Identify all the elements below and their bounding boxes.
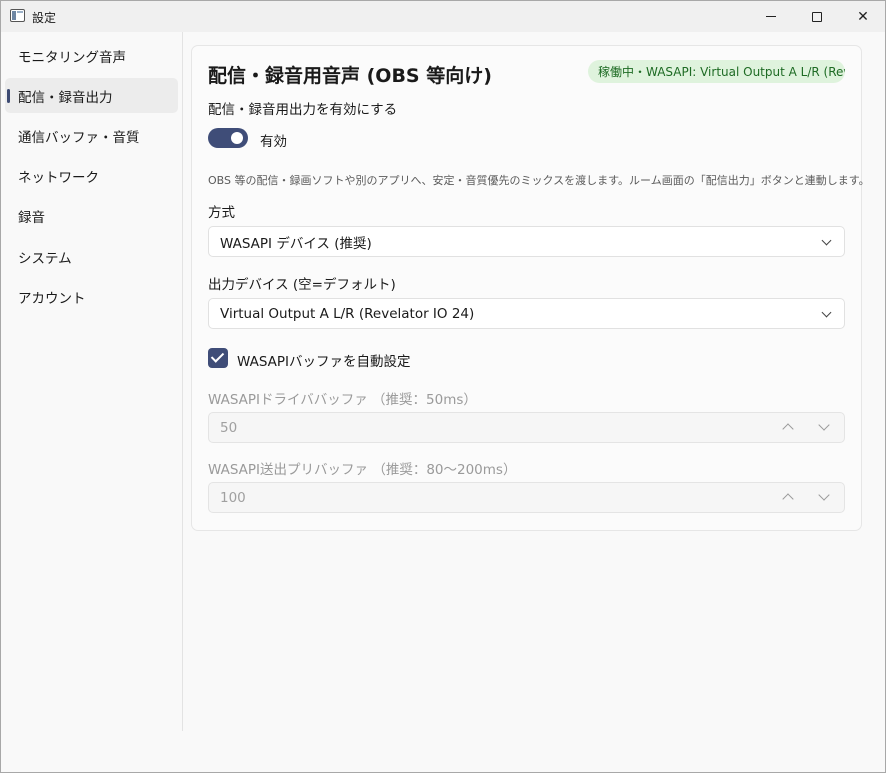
sidebar-item-stream-output[interactable]: 配信・録音出力: [5, 78, 178, 113]
chevron-up-icon[interactable]: [770, 483, 806, 512]
send-prebuffer-input[interactable]: 100: [208, 482, 845, 513]
app-icon: [10, 9, 25, 22]
title-bar[interactable]: 設定 ✕: [1, 1, 885, 32]
toggle-knob: [231, 132, 243, 144]
sidebar-item-network[interactable]: ネットワーク: [5, 158, 178, 193]
driver-buffer-label: WASAPIドライババッファ （推奨：50ms）: [208, 392, 477, 408]
window-title: 設定: [32, 11, 57, 25]
settings-card: 配信・録音用音声 (OBS 等向け) 稼働中・WASAPI: Virtual O…: [191, 45, 870, 531]
status-badge: 稼働中・WASAPI: Virtual Output A L/R (Revela…: [588, 60, 845, 83]
enable-toggle[interactable]: [208, 128, 248, 148]
chevron-down-icon: [821, 235, 832, 246]
sidebar-item-monitoring[interactable]: モニタリング音声: [5, 38, 178, 73]
enable-output-label: 配信・録音用出力を有効にする: [208, 102, 398, 118]
toggle-label: 有効: [260, 134, 287, 150]
chevron-down-icon[interactable]: [806, 483, 842, 512]
chevron-down-icon[interactable]: [806, 413, 842, 442]
auto-buffer-checkbox[interactable]: [208, 348, 228, 368]
page-title: 配信・録音用音声 (OBS 等向け): [208, 65, 492, 87]
method-value: WASAPI デバイス (推奨): [220, 235, 372, 252]
sidebar-item-buffer-quality[interactable]: 通信バッファ・音質: [5, 118, 178, 153]
sidebar-item-system[interactable]: システム: [5, 239, 178, 274]
maximize-button[interactable]: [794, 1, 840, 32]
sidebar-item-recording[interactable]: 録音: [5, 198, 178, 233]
driver-buffer-value: 50: [220, 419, 238, 436]
settings-window: 設定 ✕ モニタリング音声 配信・録音出力 通信バッファ・音質 ネットワーク 録…: [0, 0, 886, 773]
chevron-up-icon[interactable]: [770, 413, 806, 442]
minimize-button[interactable]: [748, 1, 794, 32]
device-select[interactable]: Virtual Output A L/R (Revelator IO 24): [208, 298, 845, 329]
send-prebuffer-label: WASAPI送出プリバッファ （推奨：80〜200ms）: [208, 462, 517, 478]
auto-buffer-label: WASAPIバッファを自動設定: [237, 354, 411, 370]
close-button[interactable]: ✕: [840, 1, 886, 32]
method-select[interactable]: WASAPI デバイス (推奨): [208, 226, 845, 257]
description-text: OBS 等の配信・録画ソフトや別のアプリへ、安定・音質優先のミックスを渡します。…: [208, 174, 870, 187]
device-label: 出力デバイス (空=デフォルト): [208, 277, 396, 293]
device-value: Virtual Output A L/R (Revelator IO 24): [220, 305, 475, 322]
method-label: 方式: [208, 205, 235, 221]
minimize-icon: [766, 16, 776, 17]
sidebar: モニタリング音声 配信・録音出力 通信バッファ・音質 ネットワーク 録音 システ…: [1, 32, 182, 732]
close-icon: ✕: [857, 8, 869, 25]
send-prebuffer-value: 100: [220, 489, 246, 506]
sidebar-item-account[interactable]: アカウント: [5, 279, 178, 314]
maximize-icon: [812, 11, 822, 22]
chevron-down-icon: [821, 307, 832, 318]
driver-buffer-input[interactable]: 50: [208, 412, 845, 443]
content-area: 配信・録音用音声 (OBS 等向け) 稼働中・WASAPI: Virtual O…: [183, 32, 885, 772]
